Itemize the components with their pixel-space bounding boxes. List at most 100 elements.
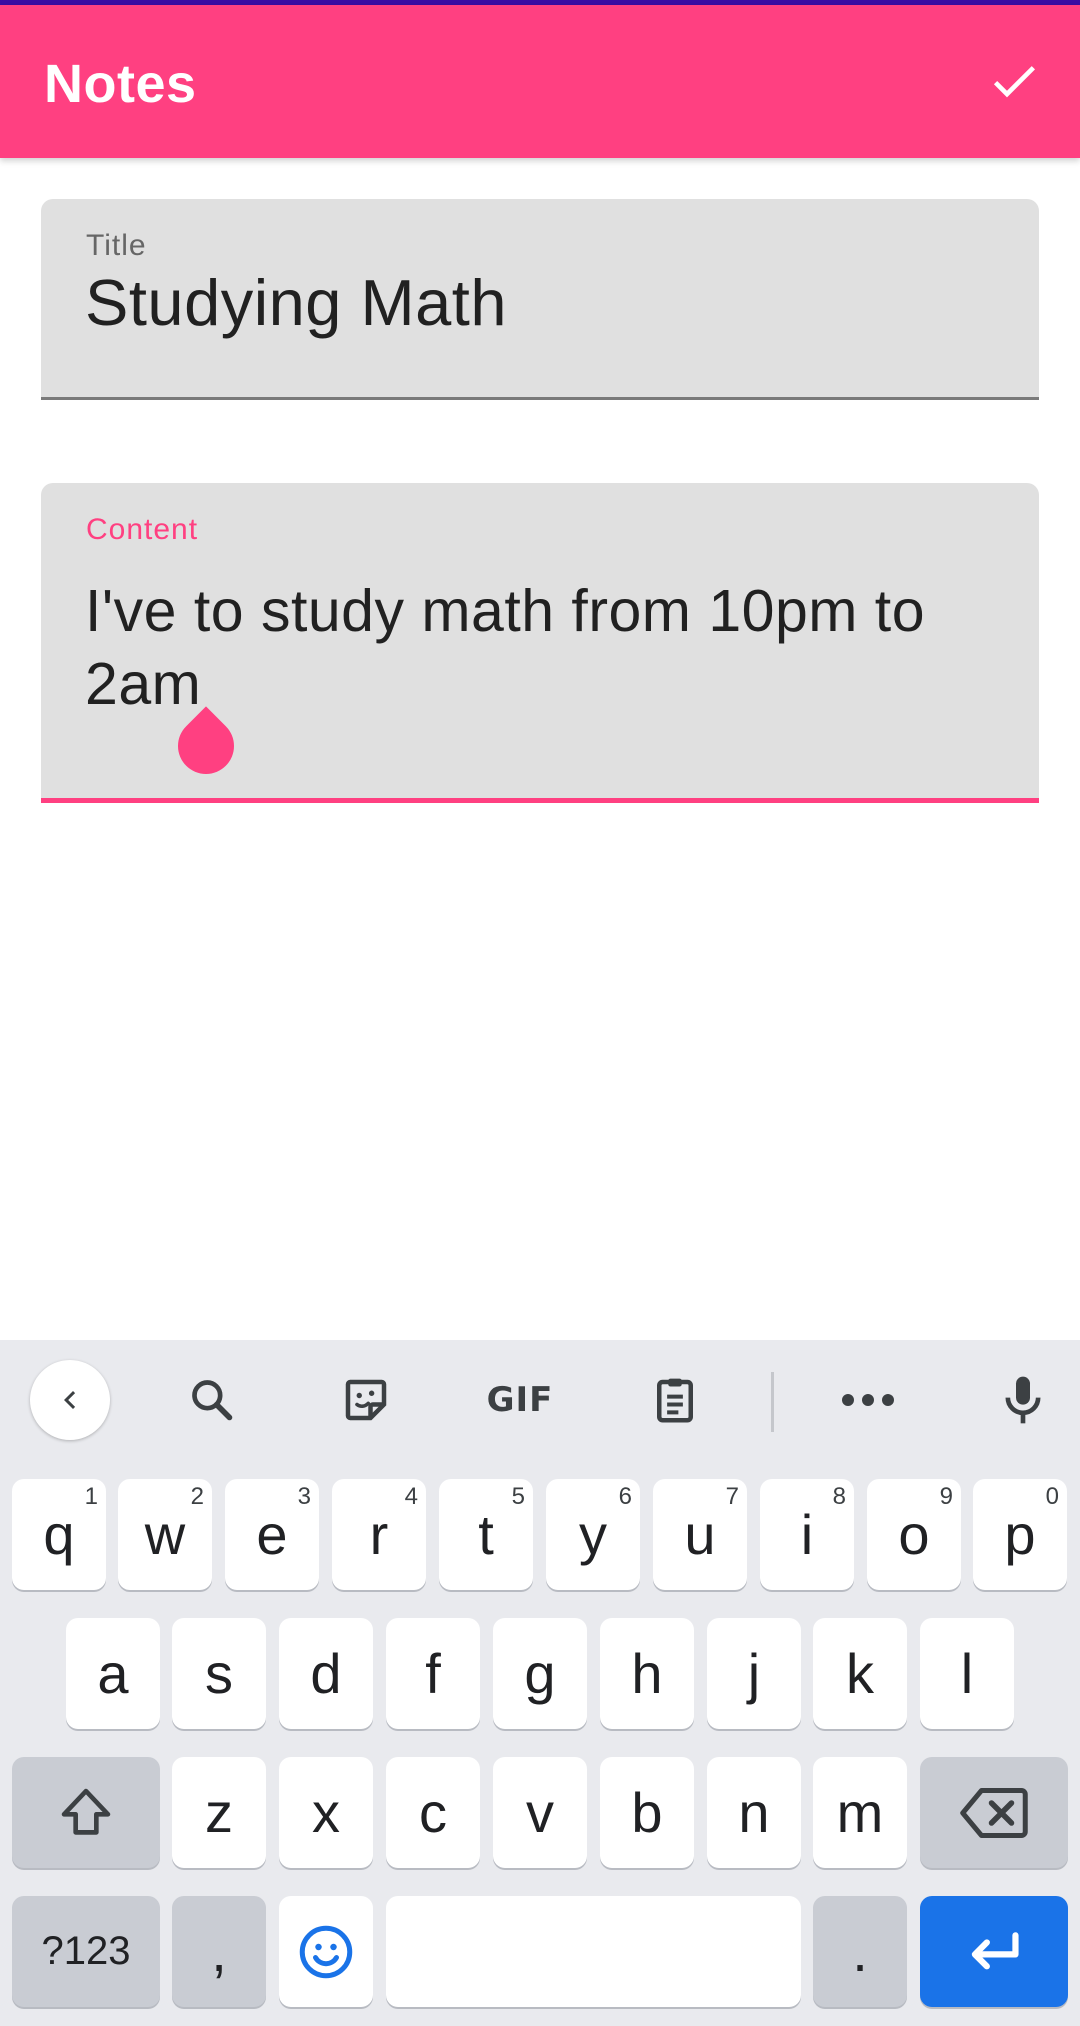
key-p[interactable]: p0	[973, 1479, 1067, 1590]
emoji-key[interactable]	[279, 1896, 373, 2007]
key-label: k	[846, 1642, 874, 1705]
toolbar-search-button[interactable]	[172, 1360, 252, 1440]
title-field[interactable]: Title Studying Math	[41, 199, 1039, 400]
key-hint: 0	[1045, 1483, 1059, 1510]
key-d[interactable]: d	[279, 1618, 373, 1729]
emoji-icon	[299, 1925, 353, 1978]
key-n[interactable]: n	[707, 1757, 801, 1868]
key-g[interactable]: g	[493, 1618, 587, 1729]
key-hint: 3	[297, 1483, 311, 1510]
shift-key[interactable]	[12, 1757, 160, 1868]
key-a[interactable]: a	[66, 1618, 160, 1729]
key-e[interactable]: e3	[225, 1479, 319, 1590]
key-label: c	[419, 1781, 447, 1844]
key-w[interactable]: w2	[118, 1479, 212, 1590]
comma-key[interactable]: ,	[172, 1896, 266, 2007]
more-icon	[842, 1394, 894, 1406]
content-field[interactable]: Content I've to study math from 10pm to …	[41, 483, 1039, 803]
toolbar-gif-button[interactable]: GIF	[480, 1360, 560, 1440]
key-c[interactable]: c	[386, 1757, 480, 1868]
search-icon	[192, 1380, 233, 1421]
key-f[interactable]: f	[386, 1618, 480, 1729]
key-hint: 2	[190, 1483, 204, 1510]
key-m[interactable]: m	[813, 1757, 907, 1868]
key-k[interactable]: k	[813, 1618, 907, 1729]
key-r[interactable]: r4	[332, 1479, 426, 1590]
key-u[interactable]: u7	[653, 1479, 747, 1590]
toolbar-sticker-button[interactable]	[326, 1360, 406, 1440]
check-icon	[993, 66, 1035, 98]
key-label: q	[43, 1503, 75, 1566]
key-l[interactable]: l	[920, 1618, 1014, 1729]
key-y[interactable]: y6	[546, 1479, 640, 1590]
key-label: p	[1004, 1503, 1036, 1566]
key-hint: 5	[511, 1483, 525, 1510]
key-o[interactable]: o9	[867, 1479, 961, 1590]
app-title: Notes	[44, 54, 197, 114]
key-label: m	[836, 1781, 884, 1844]
key-label: s	[205, 1642, 233, 1705]
key-hint: 8	[832, 1483, 846, 1510]
app-bar: Notes	[0, 5, 1080, 158]
symbols-key[interactable]: ?123	[12, 1896, 160, 2007]
period-label: .	[852, 1920, 868, 1983]
chevron-left-icon	[64, 1391, 76, 1409]
key-label: h	[631, 1642, 663, 1705]
symbols-label: ?123	[41, 1929, 131, 1973]
key-label: d	[310, 1642, 342, 1705]
key-label: r	[369, 1503, 389, 1566]
key-label: l	[960, 1642, 974, 1705]
toolbar-more-button[interactable]	[828, 1360, 908, 1440]
key-v[interactable]: v	[493, 1757, 587, 1868]
key-z[interactable]: z	[172, 1757, 266, 1868]
keyboard-toolbar: GIF	[0, 1340, 1080, 1460]
key-label: w	[144, 1503, 186, 1566]
notes-editor-screen: { "app_bar": { "title": "Notes", "save_i…	[0, 0, 1080, 2026]
key-label: o	[898, 1503, 930, 1566]
key-label: e	[256, 1503, 288, 1566]
key-hint: 9	[939, 1483, 953, 1510]
toolbar-back-button[interactable]	[30, 1360, 110, 1440]
spacebar-key[interactable]	[386, 1896, 801, 2007]
key-hint: 4	[404, 1483, 418, 1510]
content-input[interactable]: I've to study math from 10pm to 2am	[85, 575, 1015, 721]
backspace-key[interactable]	[920, 1757, 1068, 1868]
enter-key[interactable]	[920, 1896, 1068, 2007]
title-label: Title	[86, 229, 147, 262]
key-b[interactable]: b	[600, 1757, 694, 1868]
key-label: f	[425, 1642, 441, 1705]
sticker-icon	[345, 1379, 387, 1421]
toolbar-divider	[771, 1372, 774, 1432]
title-input[interactable]: Studying Math	[85, 265, 507, 340]
key-h[interactable]: h	[600, 1618, 694, 1729]
key-label: a	[97, 1642, 129, 1705]
key-j[interactable]: j	[707, 1618, 801, 1729]
period-key[interactable]: .	[813, 1896, 907, 2007]
backspace-icon	[960, 1787, 1028, 1838]
gif-icon: GIF	[486, 1380, 554, 1420]
key-hint: 7	[725, 1483, 739, 1510]
key-label: i	[800, 1503, 814, 1566]
comma-label: ,	[211, 1920, 227, 1983]
key-x[interactable]: x	[279, 1757, 373, 1868]
key-i[interactable]: i8	[760, 1479, 854, 1590]
content-label: Content	[86, 513, 199, 546]
key-label: x	[312, 1781, 340, 1844]
toolbar-clipboard-button[interactable]	[635, 1360, 715, 1440]
key-hint: 1	[84, 1483, 98, 1510]
key-label: b	[631, 1781, 663, 1844]
key-s[interactable]: s	[172, 1618, 266, 1729]
key-t[interactable]: t5	[439, 1479, 533, 1590]
save-button[interactable]	[968, 35, 1060, 127]
key-label: v	[526, 1781, 554, 1844]
key-label: u	[684, 1503, 716, 1566]
key-label: n	[738, 1781, 770, 1844]
key-label: y	[579, 1503, 607, 1566]
key-q[interactable]: q1	[12, 1479, 106, 1590]
toolbar-microphone-button[interactable]	[983, 1360, 1063, 1440]
key-label: j	[747, 1642, 761, 1705]
clipboard-icon	[657, 1378, 693, 1423]
shift-icon	[61, 1788, 111, 1835]
key-label: t	[478, 1503, 494, 1566]
keyboard: GIF q 1 w 2 e 3 r 4 t 5 y 6 u 7 i 8 o 9 …	[0, 1340, 1080, 2026]
